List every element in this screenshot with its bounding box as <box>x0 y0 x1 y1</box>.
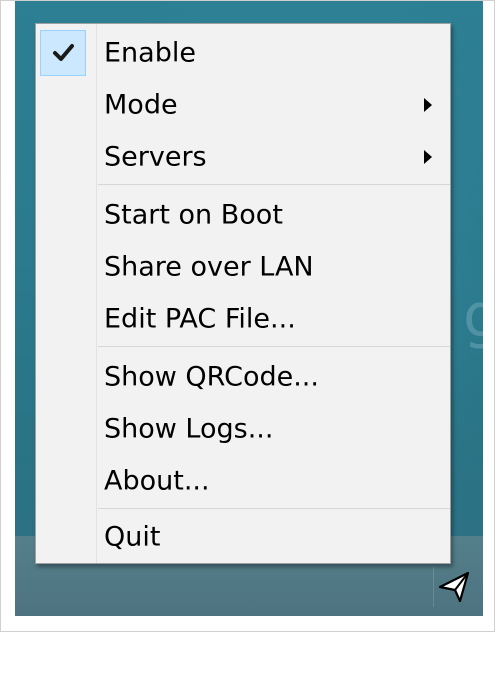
menu-separator <box>98 346 450 347</box>
menu-item-edit-pac-file[interactable]: Edit PAC File... <box>36 293 450 345</box>
check-highlight <box>40 30 86 76</box>
menu-item-label: Enable <box>104 37 196 69</box>
screenshot-frame: g Enable Mode Servers Start on Boot Shar… <box>0 0 495 632</box>
menu-item-share-over-lan[interactable]: Share over LAN <box>36 241 450 293</box>
menu-item-quit[interactable]: Quit <box>36 511 450 563</box>
menu-item-label: Show Logs... <box>104 413 274 445</box>
menu-item-label: About... <box>104 465 210 497</box>
menu-item-label: Quit <box>104 521 161 553</box>
submenu-arrow-icon <box>424 150 432 164</box>
menu-separator <box>98 508 450 509</box>
check-icon <box>53 44 74 61</box>
menu-item-label: Mode <box>104 89 178 121</box>
menu-item-about[interactable]: About... <box>36 455 450 507</box>
menu-item-show-logs[interactable]: Show Logs... <box>36 403 450 455</box>
menu-item-enable[interactable]: Enable <box>36 27 450 79</box>
submenu-arrow-icon <box>424 98 432 112</box>
paper-plane-icon <box>438 571 470 603</box>
desktop-wallpaper-glyph: g <box>463 281 483 351</box>
tray-app-button[interactable] <box>433 567 474 607</box>
menu-item-start-on-boot[interactable]: Start on Boot <box>36 189 450 241</box>
menu-item-label: Share over LAN <box>104 251 314 283</box>
menu-item-label: Edit PAC File... <box>104 303 296 335</box>
menu-item-show-qrcode[interactable]: Show QRCode... <box>36 351 450 403</box>
menu-item-mode[interactable]: Mode <box>36 79 450 131</box>
menu-item-servers[interactable]: Servers <box>36 131 450 183</box>
menu-item-label: Servers <box>104 141 207 173</box>
tray-context-menu: Enable Mode Servers Start on Boot Share … <box>35 23 451 564</box>
menu-item-label: Start on Boot <box>104 199 283 231</box>
menu-item-label: Show QRCode... <box>104 361 319 393</box>
menu-separator <box>98 184 450 185</box>
